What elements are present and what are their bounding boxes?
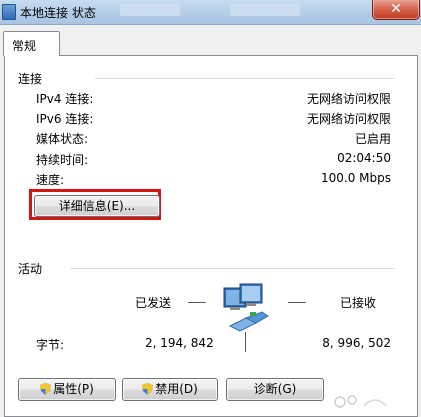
title-bar-blur: [120, 4, 180, 16]
details-button[interactable]: 详细信息(E)...: [34, 195, 160, 217]
watermark-logo: [334, 395, 387, 408]
shield-icon: [40, 383, 52, 395]
properties-button[interactable]: 属性(P): [18, 378, 116, 401]
activity-section-title: 活动: [18, 262, 43, 276]
title-bar: 本地连接 状态 ✕: [0, 0, 421, 25]
window-title: 本地连接 状态: [20, 6, 96, 20]
speed-label: 速度:: [36, 173, 65, 187]
received-label: 已接收: [340, 296, 377, 310]
shield-icon: [142, 383, 154, 395]
ipv6-label: IPv6 连接:: [36, 112, 94, 126]
media-state-label: 媒体状态:: [36, 132, 89, 146]
network-activity-icon: [223, 283, 269, 332]
bytes-sent-value: 2, 194, 842: [145, 336, 214, 350]
bytes-received-value: 8, 996, 502: [322, 336, 391, 350]
network-connection-icon: [2, 4, 16, 20]
close-icon: ✕: [390, 1, 402, 17]
ipv6-value: 无网络访问权限: [306, 112, 391, 126]
tab-general-label: 常规: [12, 39, 37, 53]
close-button[interactable]: ✕: [372, 0, 420, 20]
connection-section-divider: [95, 78, 395, 79]
ipv4-value: 无网络访问权限: [306, 92, 391, 106]
disable-button[interactable]: 禁用(D): [122, 378, 218, 401]
sent-label: 已发送: [135, 296, 172, 310]
ipv4-label: IPv4 连接:: [36, 92, 94, 106]
diagnose-button[interactable]: 诊断(G): [226, 378, 324, 401]
activity-section-divider: [70, 268, 395, 269]
sent-dash: [188, 302, 206, 303]
title-bar-blur: [230, 4, 300, 16]
received-dash: [288, 302, 306, 303]
speed-value: 100.0 Mbps: [320, 171, 391, 185]
connection-section-title: 连接: [18, 72, 43, 86]
disable-button-label: 禁用(D): [155, 382, 198, 396]
activity-divider-line: [245, 332, 246, 352]
duration-label: 持续时间:: [36, 153, 89, 167]
properties-button-label: 属性(P): [53, 382, 94, 396]
media-state-value: 已启用: [354, 132, 391, 146]
bytes-label: 字节:: [36, 338, 65, 352]
tab-general[interactable]: 常规: [3, 31, 60, 56]
duration-value: 02:04:50: [337, 151, 391, 165]
